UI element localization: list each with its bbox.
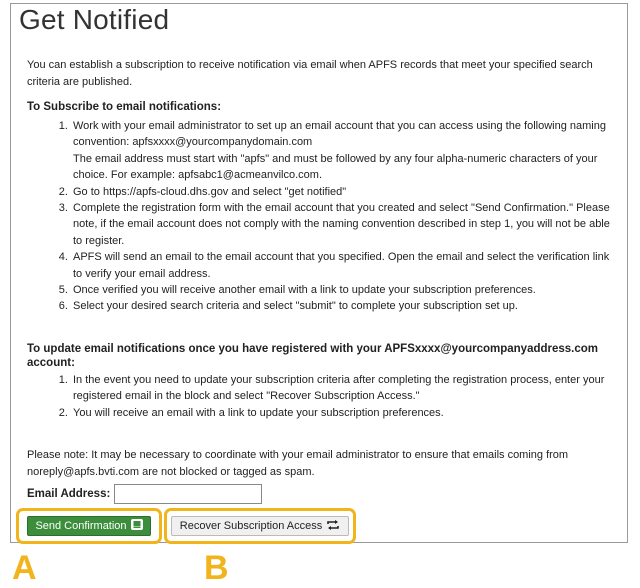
list-item: Go to https://apfs-cloud.dhs.gov and sel…	[71, 184, 619, 200]
get-notified-panel: Get Notified You can establish a subscri…	[10, 3, 628, 543]
page-title: Get Notified	[19, 4, 170, 35]
email-row: Email Address:	[27, 484, 263, 504]
email-label: Email Address:	[27, 488, 111, 500]
step-text: Work with your email administrator to se…	[73, 120, 606, 182]
subscribe-heading: To Subscribe to email notifications:	[27, 101, 222, 113]
marker-b: B	[204, 549, 229, 587]
list-item: Work with your email administrator to se…	[71, 118, 619, 184]
spam-note: Please note: It may be necessary to coor…	[27, 449, 569, 478]
update-steps: In the event you need to update your sub…	[31, 372, 619, 421]
update-heading: To update email notifications once you h…	[27, 343, 599, 369]
intro-text: You can establish a subscription to rece…	[27, 59, 593, 88]
highlight-box-a: Send Confirmation	[16, 508, 162, 544]
list-item: Once verified you will receive another e…	[71, 282, 619, 298]
recover-subscription-access-button[interactable]: Recover Subscription Access	[171, 516, 349, 536]
list-item: APFS will send an email to the email acc…	[71, 249, 619, 282]
list-item: You will receive an email with a link to…	[71, 405, 619, 421]
refresh-arrows-icon	[326, 519, 340, 533]
send-confirmation-button[interactable]: Send Confirmation	[27, 516, 151, 536]
email-address-input[interactable]	[114, 484, 263, 504]
highlight-box-b: Recover Subscription Access	[164, 508, 356, 544]
subscribe-steps: Work with your email administrator to se…	[31, 118, 619, 315]
send-confirmation-label: Send Confirmation	[35, 520, 127, 532]
recover-subscription-label: Recover Subscription Access	[179, 520, 323, 532]
envelope-icon	[130, 519, 143, 533]
list-item: Select your desired search criteria and …	[71, 298, 619, 314]
list-item: In the event you need to update your sub…	[71, 372, 619, 405]
list-item: Complete the registration form with the …	[71, 200, 619, 249]
marker-a: A	[12, 549, 37, 587]
